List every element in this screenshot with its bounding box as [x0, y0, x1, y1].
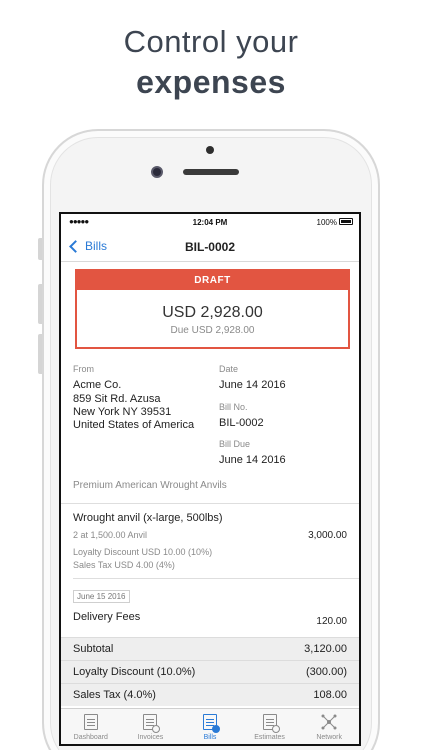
- bill-no-label: Bill No.: [219, 402, 248, 412]
- bills-icon: [202, 714, 220, 733]
- summary-value: 108.00: [313, 689, 347, 701]
- bill-amount: USD 2,928.00: [162, 304, 263, 321]
- invoices-icon: [143, 714, 161, 733]
- nav-bar: Bills BIL-0002: [61, 232, 359, 262]
- page-title: BIL-0002: [184, 240, 236, 254]
- line-item-tax: Sales Tax USD 4.00 (4%): [73, 560, 175, 570]
- summary-label: Subtotal: [73, 643, 114, 655]
- fees-date-tag: June 15 2016: [73, 590, 130, 603]
- network-icon: [321, 714, 337, 730]
- battery-percent: 100%: [316, 218, 337, 227]
- bill-no-value: BIL-0002: [219, 417, 264, 429]
- tab-bills[interactable]: Bills: [180, 709, 240, 744]
- phone-sensor: [206, 146, 214, 154]
- fees-label: Delivery Fees: [73, 611, 141, 623]
- tab-invoices[interactable]: Invoices: [121, 709, 181, 744]
- line-item-discount: Loyalty Discount USD 10.00 (10%): [73, 547, 213, 557]
- bill-due-amount: Due USD 2,928.00: [170, 325, 255, 336]
- bill-due-value: June 14 2016: [219, 454, 286, 466]
- bill-description: Premium American Wrought Anvils: [73, 480, 227, 491]
- battery-icon: [339, 218, 353, 225]
- tab-network[interactable]: Network: [299, 709, 359, 744]
- phone-screen: ●●●●● 12:04 PM 100% Bills BIL-0002 DRAFT…: [59, 212, 361, 746]
- tab-bar: Dashboard Invoices Bills Estimates Netwo…: [61, 708, 359, 744]
- phone-speaker: [183, 169, 239, 175]
- divider: [73, 578, 359, 579]
- tab-estimates[interactable]: Estimates: [240, 709, 300, 744]
- line-item-qty: 2 at 1,500.00 Anvil: [73, 530, 148, 540]
- summary-value: (300.00): [306, 666, 347, 678]
- dashboard-icon: [83, 714, 98, 730]
- tab-label: Estimates: [254, 734, 285, 741]
- tab-dashboard[interactable]: Dashboard: [61, 709, 121, 744]
- status-time: 12:04 PM: [192, 218, 228, 227]
- vendor-address1: 859 Sit Rd. Azusa: [73, 393, 161, 405]
- divider: [61, 503, 359, 504]
- vendor-address2: New York NY 39531: [73, 406, 172, 418]
- line-item-title: Wrought anvil (x-large, 500lbs): [73, 512, 223, 524]
- summary-row: Subtotal 3,120.00: [61, 637, 359, 660]
- summary-label: Sales Tax (4.0%): [73, 689, 156, 701]
- vendor-country: United States of America: [73, 419, 195, 431]
- date-value: June 14 2016: [219, 379, 286, 391]
- tab-label: Dashboard: [73, 734, 108, 741]
- status-bar: ●●●●● 12:04 PM 100%: [61, 214, 359, 232]
- status-badge: DRAFT: [77, 271, 348, 290]
- bill-status-card: DRAFT USD 2,928.00 Due USD 2,928.00: [75, 269, 350, 349]
- summary-label: Loyalty Discount (10.0%): [73, 666, 196, 678]
- bill-due-label: Bill Due: [219, 439, 251, 449]
- summary-row: Sales Tax (4.0%) 108.00: [61, 683, 359, 706]
- headline-line1: Control your: [123, 24, 299, 59]
- vendor-name: Acme Co.: [73, 379, 122, 391]
- headline-line2: expenses: [136, 64, 286, 100]
- phone-camera: [151, 166, 163, 178]
- tab-label: Network: [316, 734, 343, 741]
- line-item-amount: 3,000.00: [308, 530, 347, 541]
- summary-value: 3,120.00: [304, 643, 347, 655]
- date-label: Date: [219, 364, 239, 374]
- summary-row: Loyalty Discount (10.0%) (300.00): [61, 660, 359, 683]
- tab-label: Invoices: [137, 734, 164, 741]
- from-label: From: [73, 364, 94, 374]
- estimates-icon: [262, 714, 280, 733]
- tab-label: Bills: [203, 734, 217, 741]
- fees-amount: 120.00: [316, 616, 347, 627]
